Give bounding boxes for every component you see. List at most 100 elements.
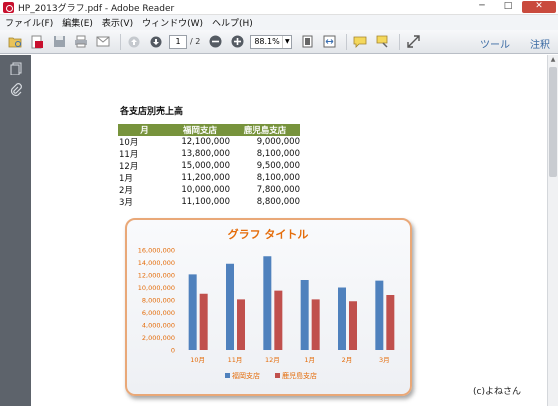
y-tick-label: 2,000,000 [142,334,175,342]
zoom-in-icon[interactable] [228,33,246,51]
y-tick-label: 14,000,000 [138,259,175,267]
table-cell: 9,500,000 [256,161,300,171]
table-cell: 12,100,000 [181,137,230,147]
create-pdf-icon[interactable] [28,33,46,51]
expand-icon[interactable] [404,33,422,51]
open-folder-icon[interactable] [6,33,24,51]
zoom-out-icon[interactable] [206,33,224,51]
page-number-input[interactable]: 1 [169,34,187,49]
y-tick-label: 4,000,000 [142,322,175,330]
table-cell: 7,800,000 [256,185,300,195]
vertical-scrollbar[interactable]: ▲ [547,55,558,406]
save-icon[interactable] [50,33,68,51]
chart-frame: グラフ タイトル 0 2,000,000 4,000,000 6,000,000 8,00… [125,218,412,396]
table-header-month: 月 [118,124,170,136]
bar-chart: グラフ タイトル 0 2,000,000 4,000,000 6,000,000 8,00… [138,227,395,380]
scroll-thumb[interactable] [549,67,557,177]
menu-edit[interactable]: 編集(E) [62,16,93,29]
toolbar: 1 / 2 88.1% ▼ ツール 注釈 [0,30,558,54]
comment-icon[interactable] [351,33,369,51]
bar-fukuoka [226,263,234,350]
title-bar: HP_2013グラフ.pdf - Adobe Reader ─ □ ✕ [0,0,558,15]
y-tick-label: 8,000,000 [142,297,175,305]
toolbar-right: ツール 注釈 [474,36,550,51]
print-icon[interactable] [72,33,90,51]
y-tick-label: 6,000,000 [142,309,175,317]
table-cell: 2月 [119,186,133,196]
page-thumbnails-icon[interactable] [9,62,23,76]
table-header-kagoshima: 鹿児島支店 [230,124,300,136]
bar-kagoshima [237,299,245,350]
document-heading: 各支店別売上高 [120,107,184,117]
sales-table: 月 福岡支店 鹿児島支店 10月 12,100,000 9,000,000 11… [118,124,300,208]
bar-kagoshima [274,290,283,350]
scroll-up-arrow-icon[interactable]: ▲ [549,56,557,65]
y-tick-label: 0 [171,347,175,355]
y-tick-label: 12,000,000 [138,272,175,280]
menu-help[interactable]: ヘルプ(H) [212,16,253,29]
table-row: 3月 11,100,000 8,800,000 [118,196,300,208]
y-tick-label: 16,000,000 [138,247,175,255]
toolbar-separator [346,33,348,50]
bar-fukuoka [188,274,197,350]
bar-fukuoka [263,256,272,350]
table-header-fukuoka: 福岡支店 [170,124,230,136]
table-cell: 10月 [119,138,139,148]
tools-pane-button[interactable]: ツール [480,36,510,51]
table-cell: 15,000,000 [181,161,230,171]
menu-view[interactable]: 表示(V) [102,16,133,29]
bar-kagoshima [199,293,208,350]
table-header-row: 月 福岡支店 鹿児島支店 [118,124,300,136]
legend-label: 鹿児島支店 [282,371,317,380]
copyright-text: (c)よねさん [473,387,521,397]
zoom-select[interactable]: 88.1% ▼ [250,34,293,49]
attachment-icon[interactable] [9,83,23,97]
toolbar-separator [120,33,121,50]
menu-window[interactable]: ウィンドウ(W) [142,16,203,29]
close-button[interactable]: ✕ [522,1,556,13]
bar-fukuoka [375,280,384,350]
bar-kagoshima [311,299,320,350]
previous-page-icon[interactable] [125,33,143,51]
x-tick-label: 12月 [265,356,280,364]
menu-bar: ファイル(F) 編集(E) 表示(V) ウィンドウ(W) ヘルプ(H) [0,15,558,30]
bar-fukuoka [338,287,346,350]
x-tick-label: 10月 [190,356,205,364]
fit-page-icon[interactable] [298,33,316,51]
minimize-button[interactable]: ─ [470,1,494,13]
next-page-icon[interactable] [147,33,165,51]
window-title: HP_2013グラフ.pdf - Adobe Reader [18,3,175,14]
table-row: 11月 13,800,000 8,100,000 [118,148,300,160]
table-row: 12月 15,000,000 9,500,000 [118,160,300,172]
table-cell: 12月 [119,162,139,172]
x-tick-label: 11月 [228,356,243,364]
page-total: / 2 [190,37,201,46]
fit-width-icon[interactable] [320,33,338,51]
legend-swatch [225,373,230,378]
maximize-button[interactable]: □ [496,1,520,13]
table-cell: 11,100,000 [181,197,230,207]
table-cell: 1月 [119,174,133,184]
table-cell: 10,000,000 [181,185,230,195]
bar-kagoshima [386,295,395,350]
document-page: 各支店別売上高 月 福岡支店 鹿児島支店 10月 12,100,000 9,00… [31,55,547,406]
table-row: 10月 12,100,000 9,000,000 [118,136,300,148]
adobe-reader-icon [3,1,14,13]
email-icon[interactable] [94,33,112,51]
table-cell: 8,100,000 [256,173,300,183]
highlight-icon[interactable] [373,33,391,51]
comment-pane-button[interactable]: 注釈 [530,36,550,51]
table-cell: 13,800,000 [181,149,230,159]
x-tick-label: 1月 [304,356,315,364]
chart-title: グラフ タイトル [228,227,309,241]
table-row: 2月 10,000,000 7,800,000 [118,184,300,196]
bar-fukuoka [300,280,309,350]
table-cell: 11月 [119,150,139,160]
table-cell: 3月 [119,198,133,208]
table-cell: 11,200,000 [181,173,230,183]
menu-file[interactable]: ファイル(F) [5,16,53,29]
table-cell: 9,000,000 [256,137,300,147]
window-controls: ─ □ ✕ [470,1,556,13]
chevron-down-icon[interactable]: ▼ [282,35,291,48]
y-tick-label: 10,000,000 [138,284,175,292]
